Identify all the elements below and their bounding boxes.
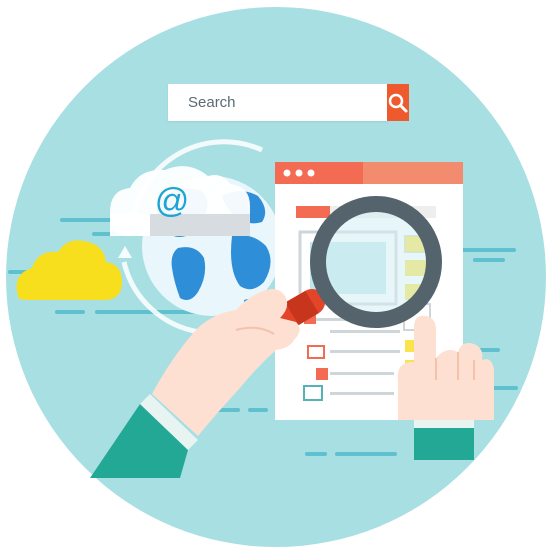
search-input[interactable] [168, 84, 387, 121]
illustration-canvas: @ [0, 0, 553, 555]
search-bar [168, 84, 409, 121]
search-button[interactable] [387, 84, 409, 121]
search-icon [388, 93, 408, 112]
at-sign-icon: @ [155, 182, 190, 220]
